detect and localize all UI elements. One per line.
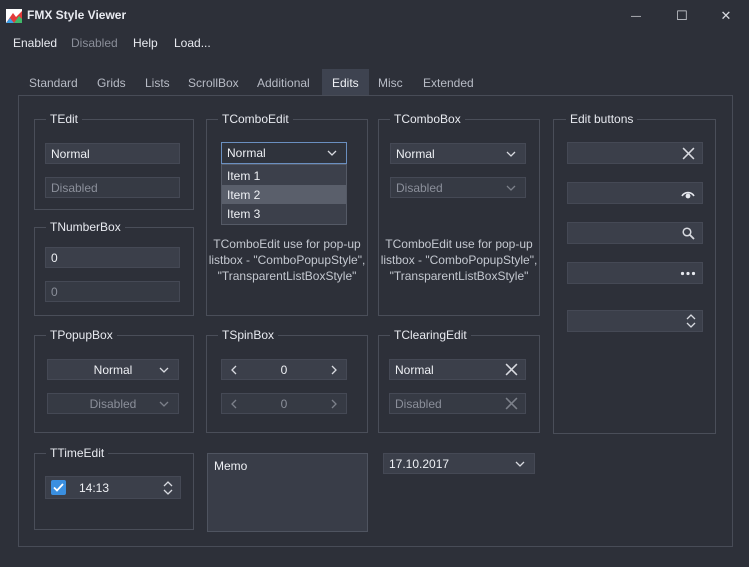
group-tspinbox [206, 335, 368, 433]
group-tcomboedit-label: TComboEdit [218, 112, 293, 126]
tnumberbox-normal-value: 0 [51, 250, 58, 265]
chevron-down-icon [159, 367, 169, 373]
tpopupbox-normal-value: Normal [93, 362, 133, 377]
chevron-down-icon [506, 185, 516, 191]
tspinbox-normal[interactable]: 0 [221, 359, 347, 380]
clear-icon[interactable] [505, 363, 518, 376]
tab-edits-label: Edits [332, 76, 359, 90]
tspinbox-disabled: 0 [221, 393, 347, 414]
tclearingedit-normal[interactable]: Normal [389, 359, 526, 380]
tclearingedit-normal-value: Normal [395, 362, 434, 377]
app-icon [6, 9, 22, 23]
menu-load[interactable]: Load... [174, 36, 211, 50]
minimize-button[interactable]: — [613, 0, 659, 32]
edit-with-search-button[interactable] [567, 222, 703, 244]
tpopupbox-disabled-value: Disabled [89, 396, 137, 411]
edit-with-clear-button[interactable] [567, 142, 703, 164]
group-tcombobox-label: TComboBox [390, 112, 465, 126]
tab-extended[interactable]: Extended [423, 76, 474, 90]
ttimeedit-value: 14:13 [79, 480, 110, 495]
dropdown-item-3[interactable]: Item 3 [222, 204, 346, 223]
tpopupbox-normal[interactable]: Normal [47, 359, 179, 380]
tab-lists[interactable]: Lists [145, 76, 170, 90]
chevron-down-icon[interactable] [515, 459, 525, 469]
tedit-normal-input[interactable]: Normal [45, 143, 180, 164]
tcombobox-note: TComboEdit use for pop-up listbox - "Com… [380, 237, 538, 283]
edit-with-ellipsis-button[interactable] [567, 262, 703, 284]
clear-icon[interactable] [682, 147, 695, 160]
ttimeedit-input[interactable]: 14:13 [45, 476, 181, 499]
search-icon[interactable] [682, 227, 695, 240]
menu-disabled[interactable]: Disabled [71, 36, 118, 50]
tpopupbox-disabled: Disabled [47, 393, 179, 414]
chevron-left-icon [231, 399, 237, 409]
menu-enabled[interactable]: Enabled [13, 36, 57, 50]
tspinbox-normal-value: 0 [280, 362, 288, 377]
maximize-icon: ☐ [676, 8, 688, 23]
maximize-button[interactable]: ☐ [659, 0, 705, 32]
tclearingedit-disabled: Disabled [389, 393, 526, 414]
tcombobox-normal-value: Normal [396, 146, 435, 161]
group-tclearingedit-label: TClearingEdit [390, 328, 471, 342]
group-tclearingedit [378, 335, 540, 433]
minimize-icon: — [631, 10, 641, 22]
tcombobox-disabled-value: Disabled [396, 180, 443, 195]
tcombobox-normal[interactable]: Normal [390, 143, 526, 164]
tclearingedit-disabled-value: Disabled [395, 396, 442, 411]
memo-text: Memo [214, 459, 248, 473]
title-bar[interactable]: FMX Style Viewer — ☐ ✕ [0, 0, 749, 32]
group-tedit-label: TEdit [46, 112, 83, 126]
chevron-down-icon [506, 151, 516, 157]
tedit-normal-value: Normal [51, 146, 90, 161]
tcomboedit-dropdown: Item 1 Item 2 Item 3 [221, 164, 347, 225]
chevron-right-icon [331, 399, 337, 409]
date-edit[interactable]: 17.10.2017 [383, 453, 535, 474]
window-title: FMX Style Viewer [27, 8, 127, 22]
tab-additional[interactable]: Additional [257, 76, 310, 90]
tedit-disabled-input: Disabled [45, 177, 180, 198]
group-edit-buttons-label: Edit buttons [566, 112, 638, 126]
group-tnumberbox-label: TNumberBox [46, 220, 125, 234]
tcombobox-disabled: Disabled [390, 177, 526, 198]
tab-scrollbox[interactable]: ScrollBox [188, 76, 239, 90]
tab-misc[interactable]: Misc [378, 76, 403, 90]
tcomboedit-value: Normal [227, 146, 266, 160]
chevron-right-icon[interactable] [331, 365, 338, 375]
chevron-down-icon [159, 401, 169, 407]
tspinbox-disabled-value: 0 [280, 396, 288, 411]
tnumberbox-normal-input[interactable]: 0 [45, 247, 180, 268]
chevron-down-icon[interactable] [327, 148, 337, 158]
dropdown-item-1[interactable]: Item 1 [222, 166, 346, 185]
tnumberbox-disabled-value: 0 [51, 284, 58, 299]
group-tspinbox-label: TSpinBox [218, 328, 279, 342]
edit-with-spin-buttons[interactable] [567, 310, 703, 332]
edit-with-password-button[interactable] [567, 182, 703, 204]
memo-textarea[interactable]: Memo [207, 453, 368, 532]
group-ttimeedit-label: TTimeEdit [46, 446, 109, 460]
tab-grids[interactable]: Grids [97, 76, 126, 90]
date-edit-value: 17.10.2017 [389, 456, 450, 471]
tab-standard[interactable]: Standard [29, 76, 78, 90]
group-tpopupbox [34, 335, 194, 433]
close-button[interactable]: ✕ [703, 0, 749, 32]
clear-icon [505, 397, 518, 410]
spin-up-down-icon[interactable] [686, 313, 696, 329]
group-tpopupbox-label: TPopupBox [46, 328, 117, 342]
checkmark-icon [53, 483, 64, 492]
close-icon: ✕ [720, 8, 732, 23]
ttimeedit-checkbox[interactable] [51, 480, 66, 495]
spin-up-down-icon[interactable] [163, 480, 173, 496]
eye-icon[interactable] [680, 186, 696, 200]
group-tnumberbox [34, 227, 194, 316]
tcomboedit-note: TComboEdit use for pop-up listbox - "Com… [208, 237, 366, 283]
chevron-left-icon[interactable] [230, 365, 237, 375]
dropdown-item-2[interactable]: Item 2 [222, 185, 346, 204]
tedit-disabled-value: Disabled [51, 180, 98, 195]
ellipsis-icon[interactable] [680, 271, 696, 276]
menu-help[interactable]: Help [133, 36, 158, 50]
tcomboedit-input[interactable]: Normal [221, 142, 347, 164]
tnumberbox-disabled-input: 0 [45, 281, 180, 302]
